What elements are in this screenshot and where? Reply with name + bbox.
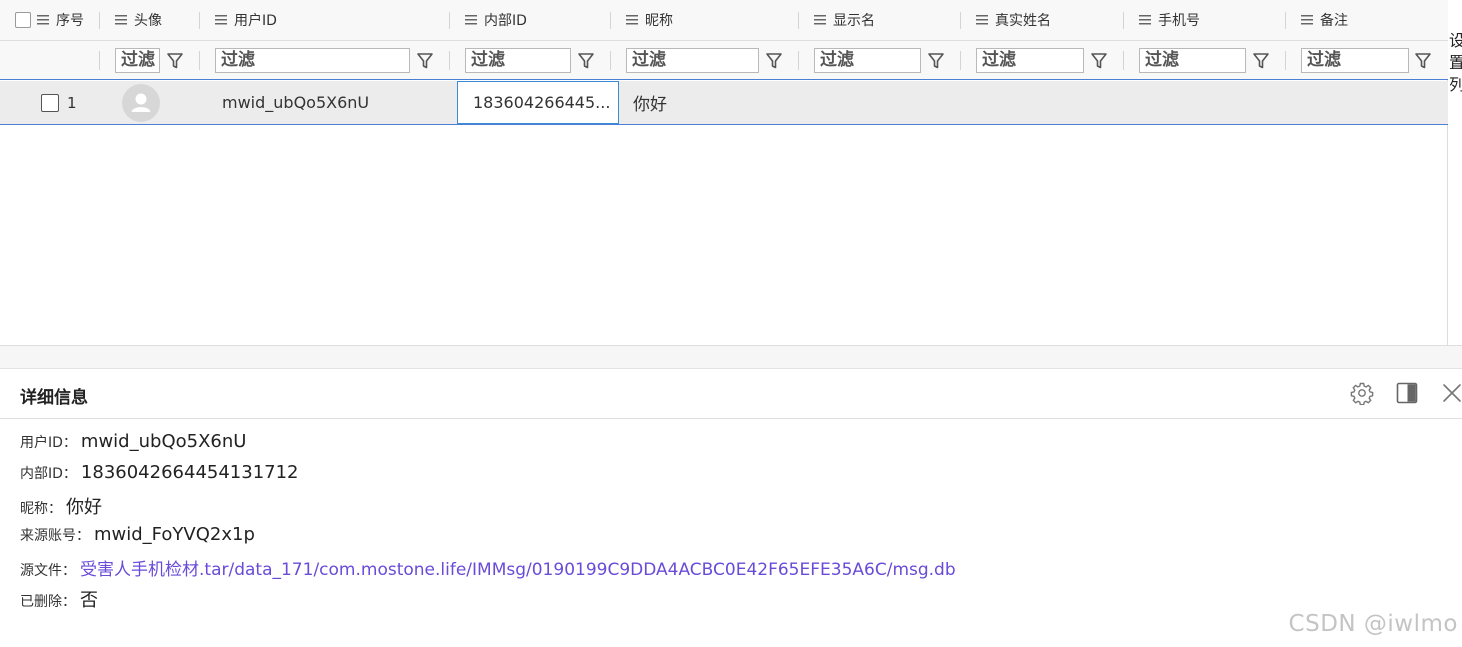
column-settings-strip[interactable]: 设置列: [1449, 30, 1462, 130]
filter-divider: [610, 51, 611, 70]
column-menu-icon[interactable]: [1139, 15, 1151, 25]
filter-input-remark[interactable]: 过滤: [1301, 48, 1409, 73]
select-all-checkbox[interactable]: [15, 12, 31, 28]
filter-divider: [99, 51, 100, 70]
data-grid: 序号 头像 用户ID 内部ID 昵称 显示名 真实姓名 手机号 备注 过滤 过滤…: [0, 0, 1448, 345]
row-avatar-cell[interactable]: [100, 81, 200, 124]
table-row[interactable]: 1 mwid_ubQo5X6nU 183604266445... 你好: [0, 81, 1448, 125]
row-index-cell[interactable]: 1: [0, 81, 100, 124]
detail-field-user-id: 用户ID： mwid_ubQo5X6nU: [20, 431, 247, 452]
filter-input-user-id[interactable]: 过滤: [215, 48, 410, 73]
column-menu-icon[interactable]: [465, 15, 477, 25]
row-checkbox[interactable]: [41, 93, 59, 112]
column-menu-icon[interactable]: [626, 15, 638, 25]
row-remark-cell[interactable]: [1286, 81, 1448, 124]
column-menu-icon[interactable]: [976, 15, 988, 25]
column-header-avatar[interactable]: 头像: [100, 0, 200, 40]
detail-field-deleted: 已删除： 否: [20, 590, 98, 611]
filter-divider: [449, 51, 450, 70]
filter-divider: [798, 51, 799, 70]
column-menu-icon[interactable]: [1301, 15, 1313, 25]
filter-divider: [960, 51, 961, 70]
details-title: 详细信息: [20, 388, 88, 408]
filter-icon[interactable]: [927, 52, 945, 70]
panel-toggle-icon: [1396, 382, 1418, 404]
close-button[interactable]: [1439, 380, 1462, 406]
column-header-row: 序号 头像 用户ID 内部ID 昵称 显示名 真实姓名 手机号 备注: [0, 0, 1448, 41]
column-header-display-name[interactable]: 显示名: [799, 0, 961, 40]
settings-button[interactable]: [1349, 380, 1375, 406]
close-icon: [1443, 384, 1461, 402]
detail-field-source-file: 源文件： 受害人手机检材.tar/data_171/com.mostone.li…: [20, 555, 956, 580]
column-header-internal-id[interactable]: 内部ID: [450, 0, 611, 40]
filter-input-real-name[interactable]: 过滤: [976, 48, 1084, 73]
column-menu-icon[interactable]: [115, 15, 127, 25]
filter-icon[interactable]: [416, 52, 434, 70]
details-header: 详细信息: [0, 369, 1462, 419]
row-real-name-cell[interactable]: [961, 81, 1124, 124]
row-user-id-cell[interactable]: mwid_ubQo5X6nU: [200, 81, 450, 124]
user-placeholder-icon: [131, 93, 151, 112]
row-phone-cell[interactable]: [1124, 81, 1286, 124]
row-internal-id-cell[interactable]: 183604266445...: [457, 81, 619, 124]
column-header-remark[interactable]: 备注: [1286, 0, 1448, 40]
filter-icon[interactable]: [1252, 52, 1270, 70]
source-file-link[interactable]: 受害人手机检材.tar/data_171/com.mostone.life/IM…: [80, 555, 956, 580]
toggle-panel-button[interactable]: [1394, 380, 1420, 406]
filter-icon[interactable]: [1414, 52, 1432, 70]
filter-icon[interactable]: [1090, 52, 1108, 70]
filter-icon[interactable]: [577, 52, 595, 70]
column-header-phone[interactable]: 手机号: [1124, 0, 1286, 40]
column-menu-icon[interactable]: [814, 15, 826, 25]
detail-field-source-account: 来源账号： mwid_FoYVQ2x1p: [20, 524, 255, 545]
filter-divider: [1285, 51, 1286, 70]
filter-input-display-name[interactable]: 过滤: [814, 48, 921, 73]
column-header-real-name[interactable]: 真实姓名: [961, 0, 1124, 40]
detail-field-internal-id: 内部ID： 1836042664454131712: [20, 462, 299, 483]
filter-divider: [1123, 51, 1124, 70]
column-header-user-id[interactable]: 用户ID: [200, 0, 450, 40]
panel-splitter[interactable]: [0, 345, 1462, 369]
filter-input-avatar[interactable]: 过滤: [115, 48, 160, 73]
detail-field-nickname: 昵称： 你好: [20, 497, 102, 518]
filter-divider: [199, 51, 200, 70]
row-display-name-cell[interactable]: [799, 81, 961, 124]
filter-input-phone[interactable]: 过滤: [1139, 48, 1246, 73]
column-menu-icon[interactable]: [215, 15, 227, 25]
avatar: [122, 83, 160, 122]
filter-icon[interactable]: [765, 52, 783, 70]
gear-icon: [1350, 382, 1374, 405]
filter-icon[interactable]: [166, 52, 184, 70]
column-menu-icon[interactable]: [37, 15, 49, 25]
details-panel: 详细信息 用户ID： mwid_ubQo5X6nU 内部ID： 18360426…: [0, 369, 1462, 647]
filter-input-nickname[interactable]: 过滤: [626, 48, 759, 73]
watermark: CSDN @iwlmo: [1288, 611, 1458, 637]
filter-input-internal-id[interactable]: 过滤: [465, 48, 571, 73]
column-header-index[interactable]: 序号: [0, 0, 100, 40]
column-header-nickname[interactable]: 昵称: [611, 0, 799, 40]
row-nickname-cell[interactable]: 你好: [619, 81, 799, 124]
